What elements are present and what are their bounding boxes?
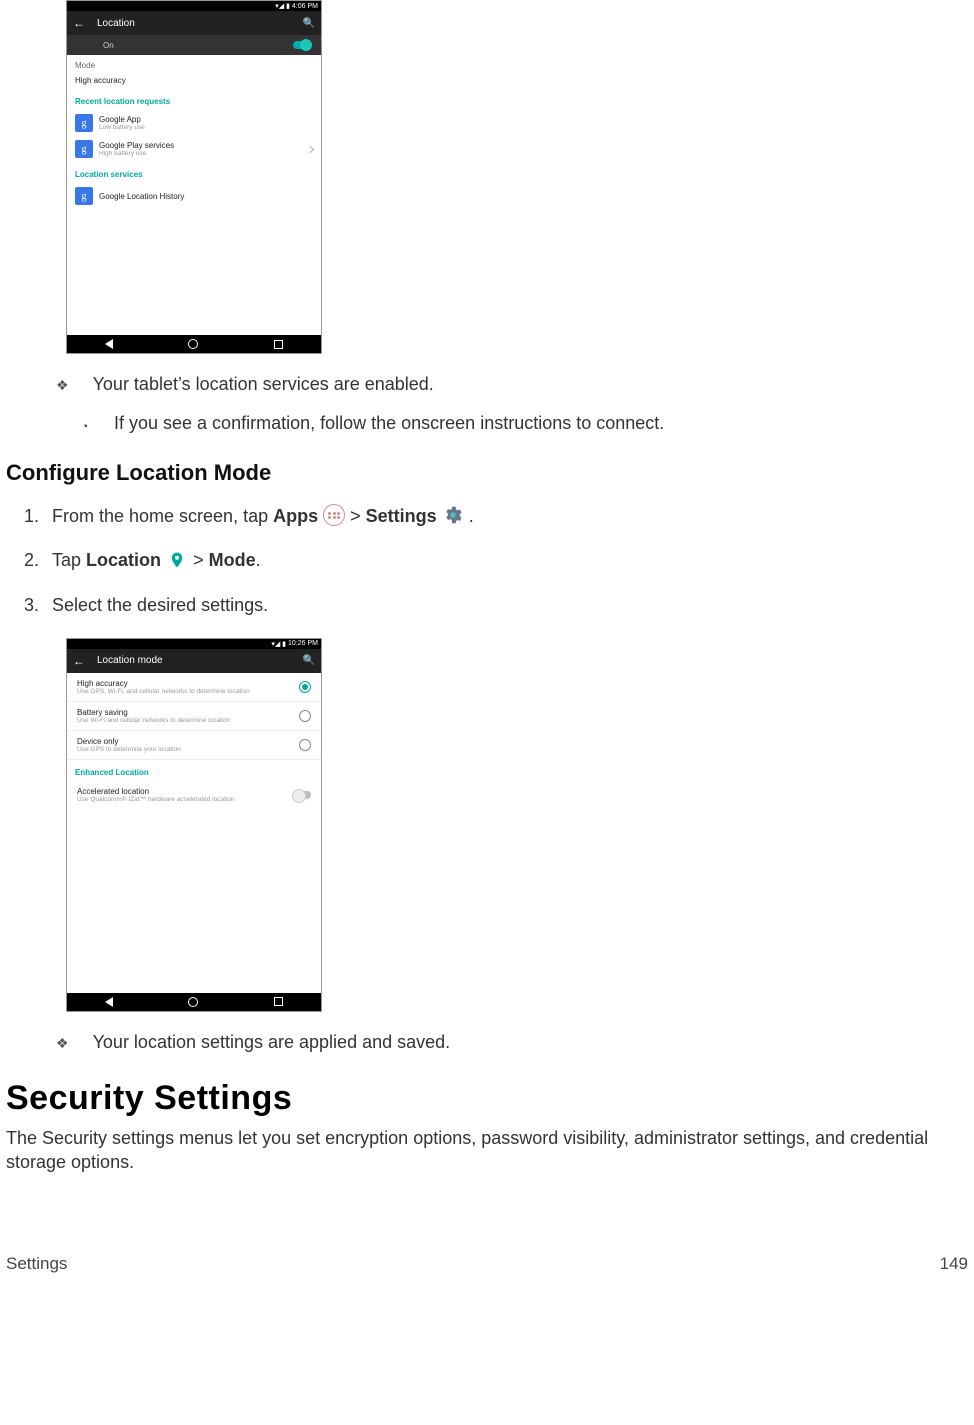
option-label: Battery saving (77, 708, 231, 717)
status-icons: ▾◢ ▮ (271, 640, 286, 648)
option-sub: Use Wi-Fi and cellular networks to deter… (77, 717, 231, 724)
security-settings-heading: Security Settings (6, 1079, 968, 1118)
step-3: Select the desired settings. (44, 595, 968, 616)
app-sub: Low battery use (99, 124, 145, 131)
appbar-title: Location mode (97, 655, 291, 666)
result-text: Your tablet’s location services are enab… (93, 374, 434, 395)
google-g-icon: g (75, 114, 93, 132)
result-bullet: ❖ Your location settings are applied and… (56, 1032, 968, 1053)
status-time: 10:26 PM (288, 640, 318, 647)
mode-option-battery-saving[interactable]: Battery saving Use Wi-Fi and cellular ne… (67, 702, 321, 730)
radio-unselected-icon[interactable] (299, 739, 311, 751)
result-text: Your location settings are applied and s… (93, 1032, 451, 1053)
back-arrow-icon[interactable]: ← (73, 655, 85, 667)
app-row-play-services[interactable]: g Google Play services High battery use (67, 136, 321, 162)
toggle-switch-off[interactable] (293, 791, 311, 799)
security-settings-paragraph: The Security settings menus let you set … (6, 1126, 968, 1175)
mode-option-high-accuracy[interactable]: High accuracy Use GPS, Wi-Fi, and cellul… (67, 673, 321, 701)
mode-section-label: Mode (67, 55, 321, 72)
location-services-heading: Location services (67, 162, 321, 183)
result-bullet: ❖ Your tablet’s location services are en… (56, 374, 968, 395)
option-label: Device only (77, 737, 181, 746)
configure-location-mode-heading: Configure Location Mode (6, 460, 968, 486)
enhanced-label: Accelerated location (77, 787, 235, 796)
nav-back-icon[interactable] (105, 997, 113, 1007)
step-2: Tap Location > Mode. (44, 550, 968, 572)
enhanced-location-heading: Enhanced Location (67, 760, 321, 781)
google-g-icon: g (75, 187, 93, 205)
mode-row[interactable]: High accuracy (67, 72, 321, 89)
step-1: From the home screen, tap Apps > Setting… (44, 506, 968, 528)
appbar-title: Location (97, 18, 291, 29)
nav-home-icon[interactable] (188, 997, 198, 1007)
location-settings-screenshot: ▾◢ ▮ 4:06 PM ← Location 🔍 On Mode High a… (66, 0, 322, 354)
status-time: 4:06 PM (292, 3, 318, 10)
mode-value: High accuracy (75, 76, 126, 85)
toggle-label: On (103, 41, 114, 50)
sub-bullet-text: If you see a confirmation, follow the on… (114, 413, 664, 434)
diamond-bullet-icon: ❖ (56, 377, 69, 394)
app-label: Google Play services (99, 141, 174, 150)
footer-section-name: Settings (6, 1254, 67, 1274)
status-bar: ▾◢ ▮ 10:26 PM (67, 639, 321, 649)
diamond-bullet-icon: ❖ (56, 1035, 69, 1052)
app-label: Google App (99, 115, 145, 124)
page-footer: Settings 149 (0, 1194, 974, 1284)
nav-recent-icon[interactable] (274, 340, 283, 349)
enhanced-accelerated-row[interactable]: Accelerated location Use Qualcomm® IZat™… (67, 781, 321, 809)
app-sub: High battery use (99, 150, 174, 157)
status-bar: ▾◢ ▮ 4:06 PM (67, 1, 321, 11)
enhanced-sub: Use Qualcomm® IZat™ hardware accelerated… (77, 796, 235, 803)
radio-selected-icon[interactable] (299, 681, 311, 693)
back-arrow-icon[interactable]: ← (73, 17, 85, 29)
android-nav-bar (67, 335, 321, 353)
search-icon[interactable]: 🔍 (303, 655, 315, 666)
service-label: Google Location History (99, 192, 184, 201)
search-icon[interactable]: 🔍 (303, 18, 315, 29)
option-sub: Use GPS, Wi-Fi, and cellular networks to… (77, 688, 250, 695)
app-bar: ← Location mode 🔍 (67, 649, 321, 673)
android-nav-bar (67, 993, 321, 1011)
option-sub: Use GPS to determine your location (77, 746, 181, 753)
square-bullet-icon: ▪ (84, 421, 94, 432)
settings-gear-icon (442, 504, 464, 526)
recent-requests-heading: Recent location requests (67, 89, 321, 110)
mode-option-device-only[interactable]: Device only Use GPS to determine your lo… (67, 731, 321, 759)
location-master-toggle-row[interactable]: On (67, 35, 321, 55)
radio-unselected-icon[interactable] (299, 710, 311, 722)
sub-bullet: ▪ If you see a confirmation, follow the … (84, 413, 968, 434)
location-pin-icon (166, 549, 188, 571)
toggle-switch-on[interactable] (293, 41, 311, 49)
option-label: High accuracy (77, 679, 250, 688)
nav-home-icon[interactable] (188, 339, 198, 349)
location-mode-screenshot: ▾◢ ▮ 10:26 PM ← Location mode 🔍 High acc… (66, 638, 322, 1012)
google-g-icon: g (75, 140, 93, 158)
footer-page-number: 149 (940, 1254, 968, 1274)
status-icons: ▾◢ ▮ (275, 2, 290, 10)
apps-icon (323, 504, 345, 526)
nav-recent-icon[interactable] (274, 997, 283, 1006)
app-bar: ← Location 🔍 (67, 11, 321, 35)
nav-back-icon[interactable] (105, 339, 113, 349)
app-row-google-app[interactable]: g Google App Low battery use (67, 110, 321, 136)
steps-list: From the home screen, tap Apps > Setting… (36, 506, 968, 616)
service-row-location-history[interactable]: g Google Location History (67, 183, 321, 209)
